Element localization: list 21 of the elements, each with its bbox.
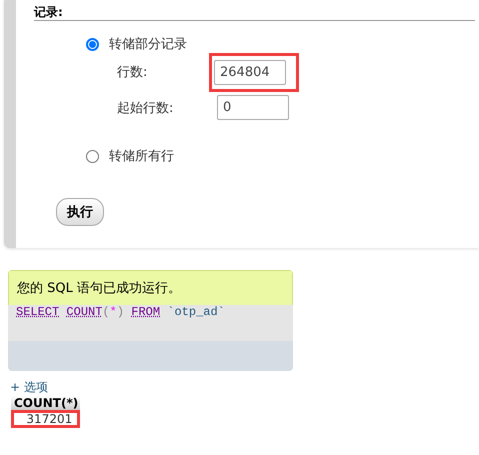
sql-token[interactable]: FROM	[131, 305, 160, 319]
sql-token[interactable]: COUNT	[66, 305, 102, 319]
table-cell: 317201	[11, 410, 80, 428]
column-header[interactable]: COUNT(*)	[11, 396, 80, 410]
input-field[interactable]: 264804	[214, 60, 286, 84]
sql-token: (	[102, 305, 110, 319]
radio-label: 转储部分记录	[109, 36, 187, 53]
section-legend: 记录:	[34, 6, 63, 19]
success-message: 您的 SQL 语句已成功运行。	[16, 281, 181, 296]
radio-button[interactable]	[86, 38, 99, 50]
options-link[interactable]: + 选项	[10, 379, 48, 396]
field-label: 行数:	[117, 64, 148, 81]
field-label: 起始行数:	[117, 100, 174, 117]
radio-label: 转储所有行	[109, 148, 174, 165]
sql-token: `otp_ad`	[167, 305, 225, 319]
sql-token[interactable]: SELECT	[16, 305, 60, 319]
radio-button[interactable]	[86, 150, 99, 162]
sql-token: )	[116, 305, 124, 319]
execute-button[interactable]: 执行	[56, 198, 104, 226]
sql-token: *	[110, 305, 117, 319]
input-field[interactable]: 0	[217, 95, 289, 120]
